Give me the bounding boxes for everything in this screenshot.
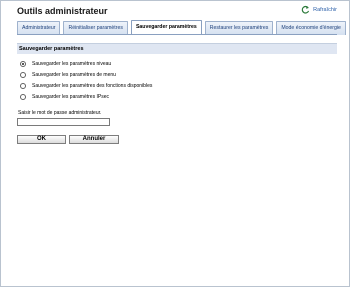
- cancel-button[interactable]: Annuler: [69, 135, 119, 144]
- option-row-niveau[interactable]: Sauvegarder les paramètres niveau: [17, 58, 337, 69]
- tab-reinitialiser-parametres[interactable]: Réinitialiser paramètres: [63, 21, 128, 35]
- password-field[interactable]: [17, 118, 110, 126]
- tab-sauvegarder-parametres[interactable]: Sauvegarder paramètres: [130, 20, 202, 35]
- tab-administrateur[interactable]: Administrateur: [17, 21, 61, 35]
- option-row-menu[interactable]: Sauvegarder les paramètres de menu: [17, 69, 337, 80]
- tab-mode-economie-energie[interactable]: Mode économie d'énergie: [276, 21, 346, 35]
- radio-button[interactable]: [20, 71, 26, 78]
- password-label: Saisir le mot de passe administrateur.: [18, 110, 102, 116]
- save-options-group: Sauvegarder les paramètres niveau Sauveg…: [17, 58, 337, 102]
- save-settings-panel: Sauvegarder paramètres Sauvegarder les p…: [17, 43, 337, 102]
- panel-heading: Sauvegarder paramètres: [17, 43, 337, 54]
- option-label: Sauvegarder les paramètres niveau: [32, 60, 112, 67]
- radio-button[interactable]: [20, 93, 26, 100]
- refresh-label: Rafraîchir: [313, 6, 337, 13]
- refresh-link[interactable]: Rafraîchir: [301, 5, 337, 14]
- option-label: Sauvegarder les paramètres de menu: [32, 71, 116, 78]
- page-title: Outils administrateur: [17, 6, 108, 16]
- tab-restaurer-parametres[interactable]: Restaurer les paramètres: [204, 21, 274, 35]
- ok-button[interactable]: OK: [17, 135, 66, 144]
- radio-button[interactable]: [20, 60, 26, 67]
- radio-button[interactable]: [20, 82, 26, 89]
- refresh-icon: [301, 5, 310, 14]
- admin-window: Outils administrateur Rafraîchir Adminis…: [0, 0, 350, 287]
- tab-divider: [17, 34, 337, 35]
- option-row-fonctions[interactable]: Sauvegarder les paramètres des fonctions…: [17, 80, 337, 91]
- option-label: Sauvegarder les paramètres IPsec: [32, 93, 109, 100]
- option-row-ipsec[interactable]: Sauvegarder les paramètres IPsec: [17, 91, 337, 102]
- option-label: Sauvegarder les paramètres des fonctions…: [32, 82, 153, 89]
- tab-bar: Administrateur Réinitialiser paramètres …: [17, 20, 346, 35]
